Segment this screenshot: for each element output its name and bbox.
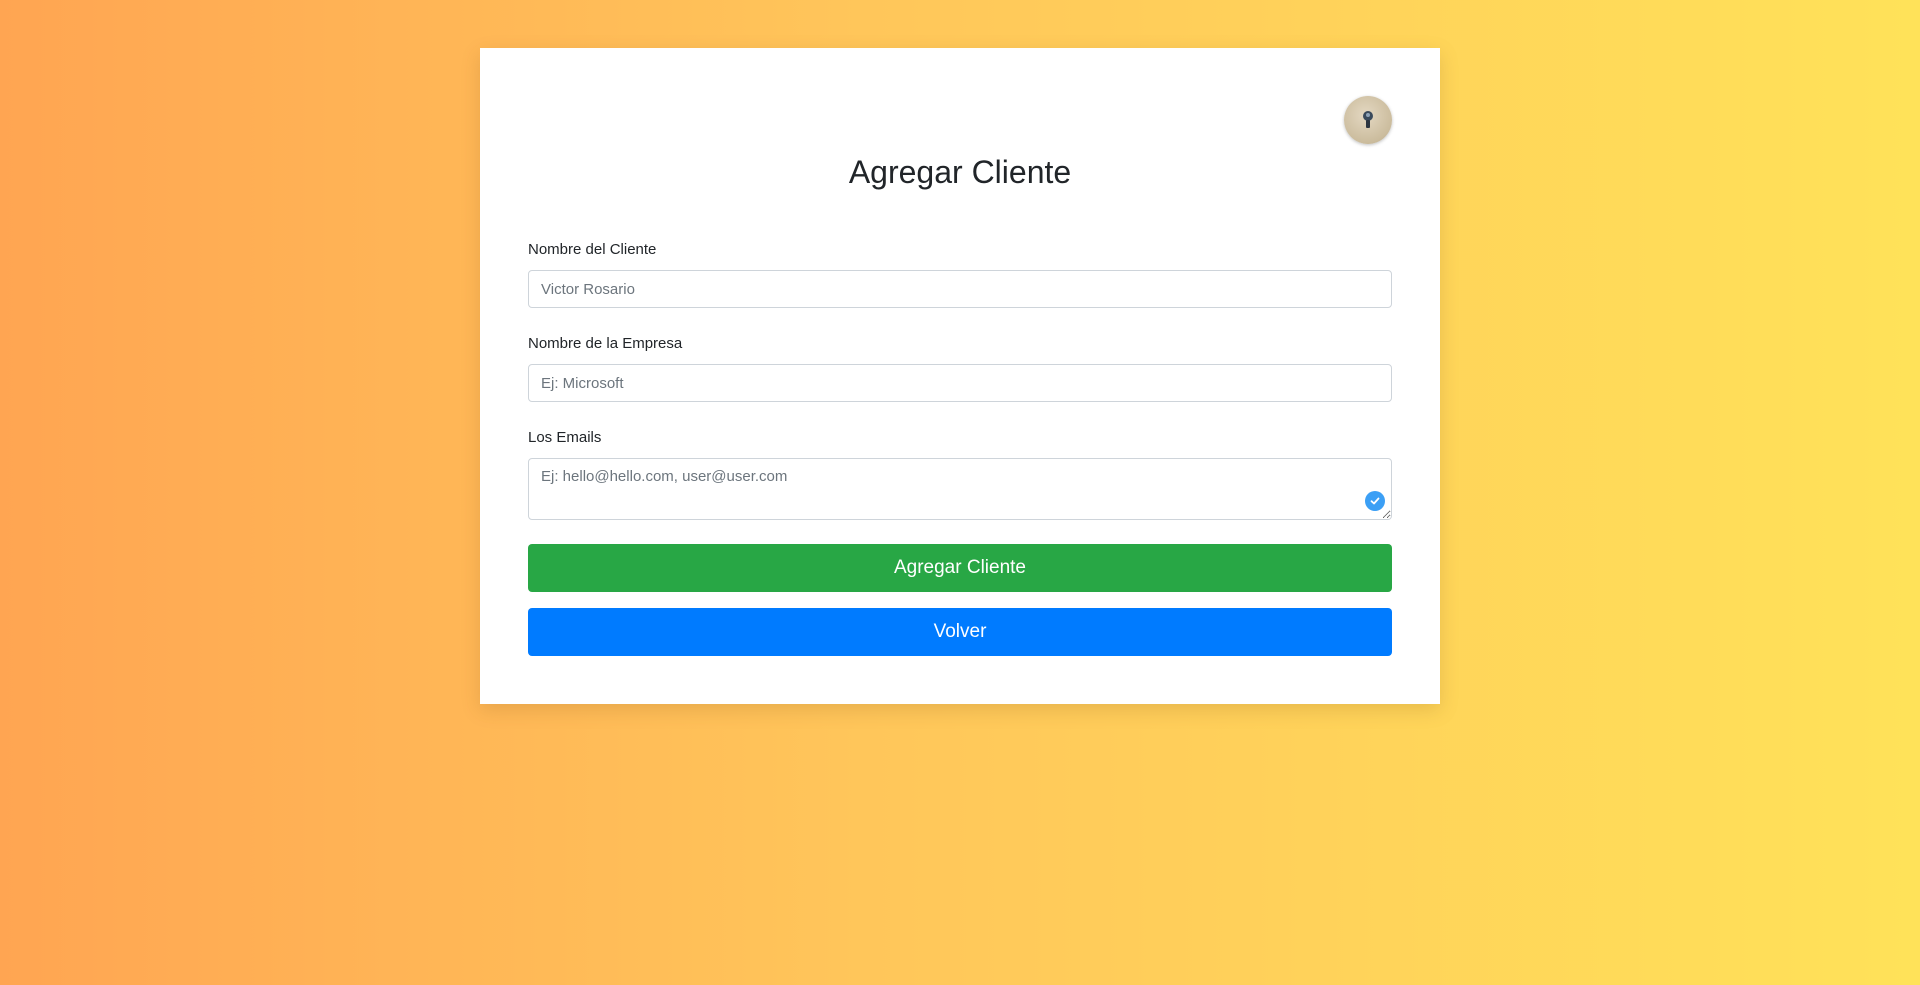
check-circle-icon (1365, 491, 1385, 511)
add-client-card: Agregar Cliente Nombre del Cliente Nombr… (480, 48, 1440, 704)
emails-textarea[interactable] (528, 458, 1392, 520)
company-name-input[interactable] (528, 364, 1392, 402)
company-name-label: Nombre de la Empresa (528, 335, 683, 352)
page-title: Agregar Cliente (848, 154, 1072, 190)
user-avatar[interactable] (1344, 96, 1392, 144)
client-name-input[interactable] (528, 270, 1392, 308)
avatar-icon (1363, 111, 1373, 128)
client-name-label: Nombre del Cliente (528, 241, 657, 258)
add-client-button[interactable]: Agregar Cliente (528, 544, 1392, 592)
emails-label: Los Emails (528, 429, 602, 446)
back-button[interactable]: Volver (528, 608, 1392, 656)
